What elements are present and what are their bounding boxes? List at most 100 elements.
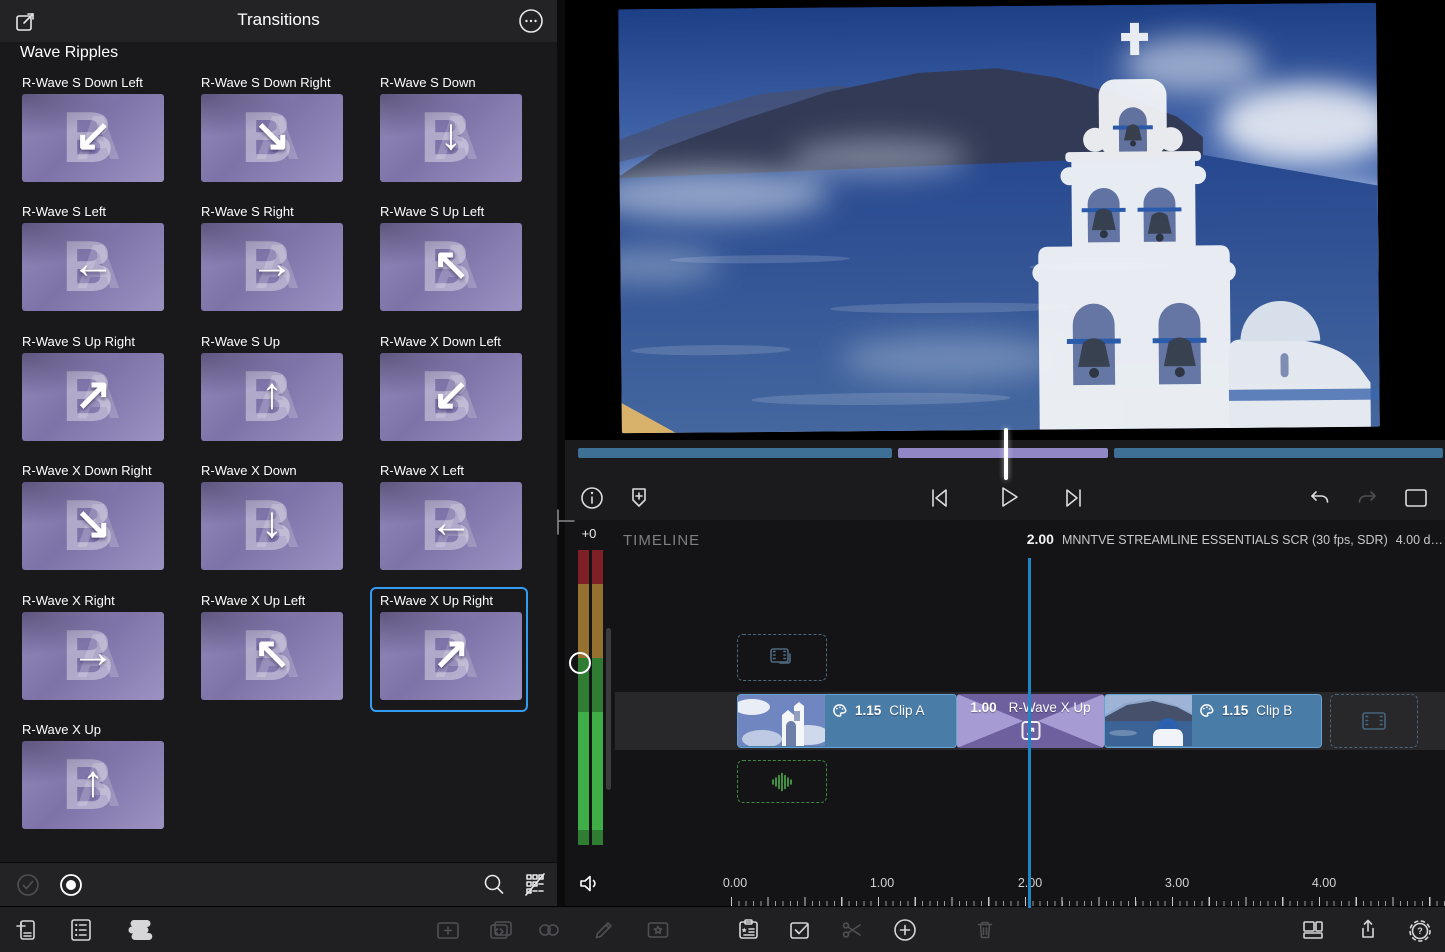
clip-attributes-icon[interactable] [734, 916, 762, 944]
skip-back-icon[interactable] [924, 483, 954, 513]
tile-label: R-Wave X Up Right [380, 593, 518, 608]
overwrite-clip-icon [487, 916, 515, 944]
edit-icon [590, 916, 618, 944]
tile-thumbnail: AB↗ [380, 612, 522, 700]
transition-tile-r-wave-x-up[interactable]: R-Wave X UpAB↑ [12, 716, 170, 841]
split-icon [838, 916, 866, 944]
fullscreen-icon[interactable] [1403, 487, 1429, 509]
tile-thumbnail: AB↘ [201, 94, 343, 182]
tile-label: R-Wave S Down Right [201, 75, 339, 90]
layout-icon[interactable] [1299, 916, 1327, 944]
transition-tile-r-wave-s-right[interactable]: R-Wave S Right AB→ [191, 198, 349, 323]
film-frames-icon [767, 645, 797, 671]
audio-track-placeholder[interactable] [737, 760, 827, 803]
overlay-track-placeholder[interactable] [737, 634, 827, 681]
video-preview[interactable] [565, 0, 1445, 440]
add-project-icon[interactable] [13, 916, 41, 944]
more-options-icon[interactable] [517, 7, 545, 35]
tile-arrow-icon: ↖ [380, 239, 522, 290]
tile-thumbnail: AB↑ [201, 353, 343, 441]
clip-b-label: 1.15 Clip B [1199, 703, 1292, 718]
tile-arrow-icon: ↑ [201, 369, 343, 419]
tile-label: R-Wave X Left [380, 463, 518, 478]
transitions-panel: Transitions Wave Ripples R-Wave S Down L… [0, 0, 557, 906]
transition-tile-r-wave-s-down-left[interactable]: R-Wave S Down LeftAB↙ [12, 69, 170, 194]
transitions-panel-footer [0, 862, 557, 906]
tile-thumbnail: AB↓ [201, 482, 343, 570]
tile-arrow-icon: ↖ [201, 628, 343, 679]
tile-arrow-icon: ↗ [380, 628, 522, 679]
selected-indicator-icon[interactable] [57, 871, 85, 899]
speaker-icon[interactable] [576, 870, 602, 896]
transition-tile-r-wave-x-left[interactable]: R-Wave X LeftAB← [370, 457, 528, 582]
tile-arrow-icon: ↙ [22, 110, 164, 161]
ruler-label: 0.00 [723, 876, 747, 890]
transition-tile-r-wave-s-left[interactable]: R-Wave S LeftAB← [12, 198, 170, 323]
timeline-project-info: 2.00 MNNTVE STREAMLINE ESSENTIALS SCR (3… [1027, 531, 1443, 547]
tracks-icon[interactable] [126, 916, 154, 944]
panel-divider[interactable] [557, 0, 565, 906]
timeline-clip-b[interactable]: 1.15 Clip B [1104, 694, 1322, 748]
transition-tile-r-wave-x-down[interactable]: R-Wave X Down AB↓ [191, 457, 349, 582]
search-icon[interactable] [480, 871, 508, 899]
scrubber-transition-segment[interactable] [898, 448, 1108, 458]
tile-label: R-Wave X Up [22, 722, 160, 737]
redo-icon[interactable] [1354, 484, 1382, 512]
tile-arrow-icon: ↙ [380, 369, 522, 420]
transition-tile-r-wave-s-up-left[interactable]: R-Wave S Up LeftAB↖ [370, 198, 528, 323]
tile-label: R-Wave X Down Right [22, 463, 160, 478]
scrubber-clip-a-segment[interactable] [578, 448, 892, 458]
video-editor-app: Transitions Wave Ripples R-Wave S Down L… [0, 0, 1445, 952]
ruler-label: 3.00 [1165, 876, 1189, 890]
clip-a-label: 1.15 Clip A [832, 703, 925, 718]
transition-tile-r-wave-s-up[interactable]: R-Wave S UpAB↑ [191, 328, 349, 453]
info-icon[interactable] [578, 484, 606, 512]
transitions-panel-header: Transitions [0, 0, 557, 42]
transition-tile-r-wave-x-right[interactable]: R-Wave X RightAB→ [12, 587, 170, 712]
transition-tile-r-wave-x-up-left[interactable]: R-Wave X Up LeftAB↖ [191, 587, 349, 712]
timeline-ruler-ticks[interactable] [731, 897, 1445, 906]
timeline-scrollbar[interactable] [606, 628, 611, 790]
transition-tile-r-wave-s-down-right[interactable]: R-Wave S Down Right AB↘ [191, 69, 349, 194]
play-icon[interactable] [992, 481, 1024, 513]
checkmark-circle-icon[interactable] [14, 871, 42, 899]
transition-tile-r-wave-x-up-right[interactable]: R-Wave X Up Right AB↗ [370, 587, 528, 712]
tile-arrow-icon: ↘ [201, 110, 343, 161]
tile-thumbnail: AB← [22, 223, 164, 311]
preset-list-icon[interactable] [521, 871, 549, 899]
add-icon[interactable] [891, 916, 919, 944]
share-icon[interactable] [1354, 916, 1382, 944]
clip-b-thumbnail [1105, 695, 1192, 746]
transition-tile-r-wave-x-down-left[interactable]: R-Wave X Down LeftAB↙ [370, 328, 528, 453]
transitions-list: Wave Ripples R-Wave S Down LeftAB↙R-Wave… [0, 42, 557, 862]
tile-label: R-Wave X Down [201, 463, 339, 478]
library-list-icon[interactable] [67, 916, 95, 944]
timeline-playhead[interactable] [1028, 558, 1031, 908]
tile-thumbnail: AB↗ [22, 353, 164, 441]
transition-tile-r-wave-x-down-right[interactable]: R-Wave X Down RightAB↘ [12, 457, 170, 582]
audio-meter-left [578, 550, 589, 845]
favorite-card-icon [644, 916, 672, 944]
tile-label: R-Wave S Down Left [22, 75, 160, 90]
settings-help-icon[interactable]: ? [1406, 916, 1434, 944]
timeline-label: TIMELINE [623, 532, 700, 549]
scrubber-clip-b-segment[interactable] [1114, 448, 1443, 458]
tile-label: R-Wave S Right [201, 204, 339, 219]
transition-grid: R-Wave S Down LeftAB↙R-Wave S Down Right… [0, 42, 557, 862]
project-duration: 4.00 d… [1396, 533, 1443, 547]
volume-knob[interactable] [569, 652, 591, 674]
empty-clip-placeholder[interactable] [1330, 694, 1418, 748]
film-frame-icon [1360, 710, 1388, 732]
select-icon[interactable] [786, 916, 814, 944]
transition-tile-r-wave-s-up-right[interactable]: R-Wave S Up RightAB↗ [12, 328, 170, 453]
timeline-clip-a[interactable]: 1.15 Clip A [737, 694, 957, 748]
undo-icon[interactable] [1305, 484, 1333, 512]
add-marker-icon[interactable] [625, 484, 653, 512]
delete-icon [971, 916, 999, 944]
preview-frame-image [618, 3, 1380, 434]
preview-playhead[interactable] [1004, 428, 1008, 480]
skip-forward-icon[interactable] [1059, 483, 1089, 513]
tile-thumbnail: AB→ [201, 223, 343, 311]
player-bar [565, 440, 1445, 520]
transition-tile-r-wave-s-down[interactable]: R-Wave S DownAB↓ [370, 69, 528, 194]
